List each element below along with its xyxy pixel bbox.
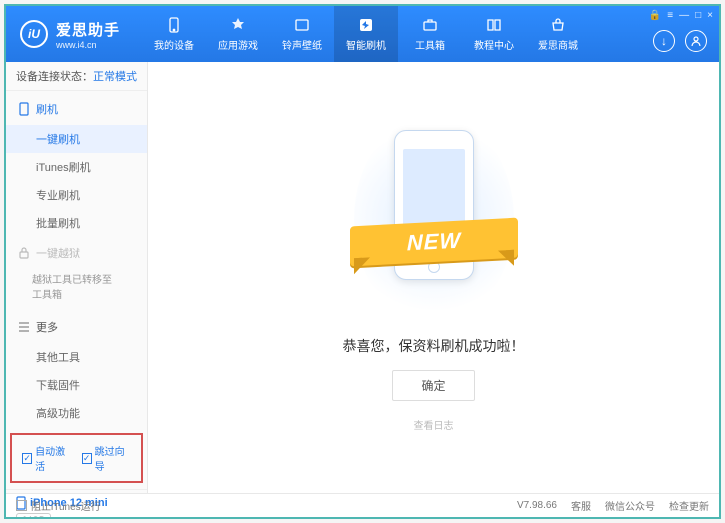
group-label: 刷机 xyxy=(36,101,58,117)
checkbox-auto-activate[interactable]: ✓自动激活 xyxy=(22,443,72,473)
app-window: iU 爱思助手 www.i4.cn 我的设备 应用游戏 铃声壁纸 智能刷机 xyxy=(4,4,721,519)
nav-my-device[interactable]: 我的设备 xyxy=(142,6,206,62)
sub-other-tools[interactable]: 其他工具 xyxy=(32,343,147,371)
check-icon: ✓ xyxy=(82,453,92,464)
sidebar: 设备连接状态：正常模式 刷机 一键刷机 iTunes刷机 专业刷机 批量刷机 一… xyxy=(6,62,148,493)
menu-icon[interactable]: ≡ xyxy=(667,10,673,21)
nav-tutorials[interactable]: 教程中心 xyxy=(462,6,526,62)
checkbox-block-itunes[interactable]: 阻止iTunes运行 xyxy=(16,498,101,513)
user-icon[interactable] xyxy=(685,30,707,52)
version-label: V7.98.66 xyxy=(517,500,557,511)
ok-button[interactable]: 确定 xyxy=(392,370,474,401)
connection-status: 设备连接状态：正常模式 xyxy=(6,62,147,91)
toolbox-icon xyxy=(421,16,439,34)
group-label: 一键越狱 xyxy=(36,245,80,261)
lock-icon[interactable]: 🔒 xyxy=(649,10,661,21)
maximize-button[interactable]: □ xyxy=(695,10,701,21)
apps-icon xyxy=(229,16,247,34)
conn-label: 设备连接状态： xyxy=(16,71,93,83)
phone-icon xyxy=(165,16,183,34)
main-body: 设备连接状态：正常模式 刷机 一键刷机 iTunes刷机 专业刷机 批量刷机 一… xyxy=(6,62,719,493)
content-area: NEW 恭喜您，保资料刷机成功啦！ 确定 查看日志 xyxy=(148,62,719,493)
nav-toolbox[interactable]: 工具箱 xyxy=(398,6,462,62)
success-message: 恭喜您，保资料刷机成功啦！ xyxy=(343,336,525,356)
wechat-link[interactable]: 微信公众号 xyxy=(605,498,655,513)
check-update-link[interactable]: 检查更新 xyxy=(669,498,709,513)
sub-batch-flash[interactable]: 批量刷机 xyxy=(32,209,147,237)
jailbreak-note: 越狱工具已转移至工具箱 xyxy=(6,269,147,311)
nav-label: 教程中心 xyxy=(474,37,514,52)
header-bar: iU 爱思助手 www.i4.cn 我的设备 应用游戏 铃声壁纸 智能刷机 xyxy=(6,6,719,62)
phone-outline-icon xyxy=(18,103,30,115)
checkbox-skip-guide[interactable]: ✓跳过向导 xyxy=(82,443,132,473)
minimize-button[interactable]: — xyxy=(679,10,689,21)
nav-label: 我的设备 xyxy=(154,37,194,52)
nav-smart-flash[interactable]: 智能刷机 xyxy=(334,6,398,62)
window-controls: 🔒 ≡ — □ × xyxy=(649,10,713,21)
nav-label: 爱思商城 xyxy=(538,37,578,52)
book-icon xyxy=(485,16,503,34)
checkbox-empty-icon xyxy=(16,500,27,511)
sub-pro-flash[interactable]: 专业刷机 xyxy=(32,181,147,209)
more-sublist: 其他工具 下载固件 高级功能 xyxy=(6,343,147,427)
options-row: ✓自动激活 ✓跳过向导 xyxy=(10,433,143,483)
new-ribbon: NEW xyxy=(350,217,518,266)
check-icon: ✓ xyxy=(22,453,32,464)
nav-label: 工具箱 xyxy=(415,37,445,52)
nav-label: 智能刷机 xyxy=(346,37,386,52)
support-link[interactable]: 客服 xyxy=(571,498,591,513)
sub-advanced[interactable]: 高级功能 xyxy=(32,399,147,427)
nav-label: 铃声壁纸 xyxy=(282,37,322,52)
download-icon[interactable]: ↓ xyxy=(653,30,675,52)
store-icon xyxy=(549,16,567,34)
app-name: 爱思助手 xyxy=(56,19,120,40)
group-jailbreak[interactable]: 一键越狱 xyxy=(6,237,147,269)
nav-ringtones[interactable]: 铃声壁纸 xyxy=(270,6,334,62)
main-nav: 我的设备 应用游戏 铃声壁纸 智能刷机 工具箱 教程中心 xyxy=(142,6,590,62)
nav-label: 应用游戏 xyxy=(218,37,258,52)
flash-sublist: 一键刷机 iTunes刷机 专业刷机 批量刷机 xyxy=(6,125,147,237)
footer-right: V7.98.66 客服 微信公众号 检查更新 xyxy=(517,498,709,513)
view-log-link[interactable]: 查看日志 xyxy=(414,417,454,432)
conn-mode: 正常模式 xyxy=(93,71,137,83)
logo: iU 爱思助手 www.i4.cn xyxy=(6,19,134,50)
sub-download-firmware[interactable]: 下载固件 xyxy=(32,371,147,399)
success-illustration: NEW xyxy=(364,124,504,314)
logo-icon: iU xyxy=(20,20,48,48)
nav-store[interactable]: 爱思商城 xyxy=(526,6,590,62)
app-url: www.i4.cn xyxy=(56,40,120,50)
group-label: 更多 xyxy=(36,319,58,335)
sub-one-click-flash[interactable]: 一键刷机 xyxy=(6,125,147,153)
nav-apps-games[interactable]: 应用游戏 xyxy=(206,6,270,62)
group-flash[interactable]: 刷机 xyxy=(6,93,147,125)
group-more[interactable]: 更多 xyxy=(6,311,147,343)
wallpaper-icon xyxy=(293,16,311,34)
sub-itunes-flash[interactable]: iTunes刷机 xyxy=(32,153,147,181)
lock-outline-icon xyxy=(18,247,30,259)
header-action-icons: ↓ xyxy=(653,30,707,52)
flash-icon xyxy=(357,16,375,34)
footer-bar: 阻止iTunes运行 V7.98.66 客服 微信公众号 检查更新 xyxy=(6,493,719,517)
menu-lines-icon xyxy=(18,321,30,333)
close-button[interactable]: × xyxy=(707,10,713,21)
